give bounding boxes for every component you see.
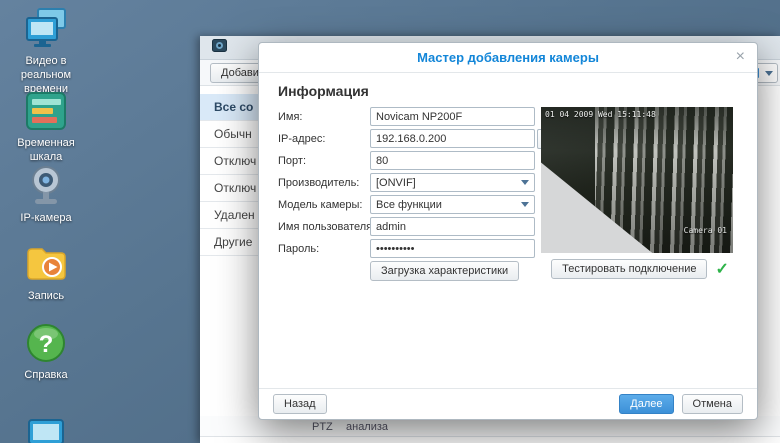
- desktop-item-ip-camera[interactable]: IP-камера: [0, 163, 92, 226]
- password-input[interactable]: [370, 239, 535, 258]
- dialog-title: Мастер добавления камеры: [417, 50, 599, 65]
- desktop-item-label: Запись: [27, 290, 65, 302]
- screen: Видео в реальном времени Временная шкала…: [0, 0, 780, 443]
- chevron-down-icon: [521, 180, 529, 185]
- timeline-icon: [23, 88, 69, 134]
- preview-camera-name: Camera 01: [683, 226, 727, 235]
- test-connection-button[interactable]: Тестировать подключение: [551, 259, 708, 279]
- port-label: Порт:: [278, 154, 306, 167]
- dialog-footer: Назад Далее Отмена: [259, 388, 757, 419]
- ip-camera-icon: [23, 163, 69, 209]
- name-row: Имя:: [278, 107, 578, 126]
- desktop-item-partial[interactable]: [0, 416, 92, 443]
- load-specs-button[interactable]: Загрузка характеристики: [370, 261, 520, 281]
- svg-text:?: ?: [39, 331, 54, 358]
- model-row: Модель камеры: Все функции: [278, 195, 578, 214]
- desktop-item-timeline[interactable]: Временная шкала: [0, 88, 92, 165]
- close-icon[interactable]: ×: [736, 43, 745, 73]
- section-title: Информация: [278, 83, 369, 99]
- password-row: Пароль:: [278, 239, 578, 258]
- camera-form: Имя: IP-адрес: Порт: Производитель:: [278, 107, 578, 281]
- desktop-item-label: Временная шкала: [17, 137, 75, 163]
- model-value: Все функции: [376, 198, 442, 211]
- model-label: Модель камеры:: [278, 198, 363, 211]
- preview-timestamp: 01 04 2009 Wed 15:11:48: [545, 110, 656, 119]
- vendor-select[interactable]: [ONVIF]: [370, 173, 535, 192]
- ip-input[interactable]: [370, 129, 535, 148]
- success-check-icon: ✓: [715, 261, 729, 278]
- ip-label: IP-адрес:: [278, 132, 326, 145]
- recording-icon: [23, 241, 69, 287]
- help-icon: ?: [23, 320, 69, 366]
- username-input[interactable]: [370, 217, 535, 236]
- port-input[interactable]: [370, 151, 535, 170]
- ip-row: IP-адрес:: [278, 128, 578, 149]
- desktop-item-live-view[interactable]: Видео в реальном времени: [0, 6, 92, 96]
- desktop-item-recording[interactable]: Запись: [0, 241, 92, 304]
- username-label: Имя пользователя:: [278, 220, 370, 233]
- back-button[interactable]: Назад: [273, 394, 327, 414]
- surveillance-window-icon: [212, 38, 227, 58]
- vendor-value: [ONVIF]: [376, 176, 416, 189]
- vendor-row: Производитель: [ONVIF]: [278, 173, 578, 192]
- desktop-item-label: Справка: [24, 369, 68, 381]
- column-analysis[interactable]: анализа: [346, 421, 388, 433]
- vendor-label: Производитель:: [278, 176, 360, 189]
- port-row: Порт:: [278, 151, 578, 170]
- live-view-icon: [23, 6, 69, 52]
- model-select[interactable]: Все функции: [370, 195, 535, 214]
- next-button[interactable]: Далее: [619, 394, 674, 414]
- desktop-item-help[interactable]: ? Справка: [0, 320, 92, 383]
- monitor-icon: [23, 416, 69, 443]
- name-input[interactable]: [370, 107, 535, 126]
- column-ptz[interactable]: PTZ: [312, 421, 333, 433]
- cancel-button[interactable]: Отмена: [681, 394, 743, 414]
- camera-preview: 01 04 2009 Wed 15:11:48 Camera 01: [541, 107, 733, 253]
- username-row: Имя пользователя:: [278, 217, 578, 236]
- camera-wizard-dialog: Мастер добавления камеры × Информация Им…: [258, 42, 758, 420]
- chevron-down-icon: [765, 70, 773, 76]
- dialog-header: Мастер добавления камеры ×: [259, 43, 757, 73]
- password-label: Пароль:: [278, 242, 320, 255]
- test-connection-row: Тестировать подключение ✓: [537, 259, 743, 279]
- desktop-item-label: IP-камера: [20, 212, 72, 224]
- chevron-down-icon: [521, 202, 529, 207]
- name-label: Имя:: [278, 110, 303, 123]
